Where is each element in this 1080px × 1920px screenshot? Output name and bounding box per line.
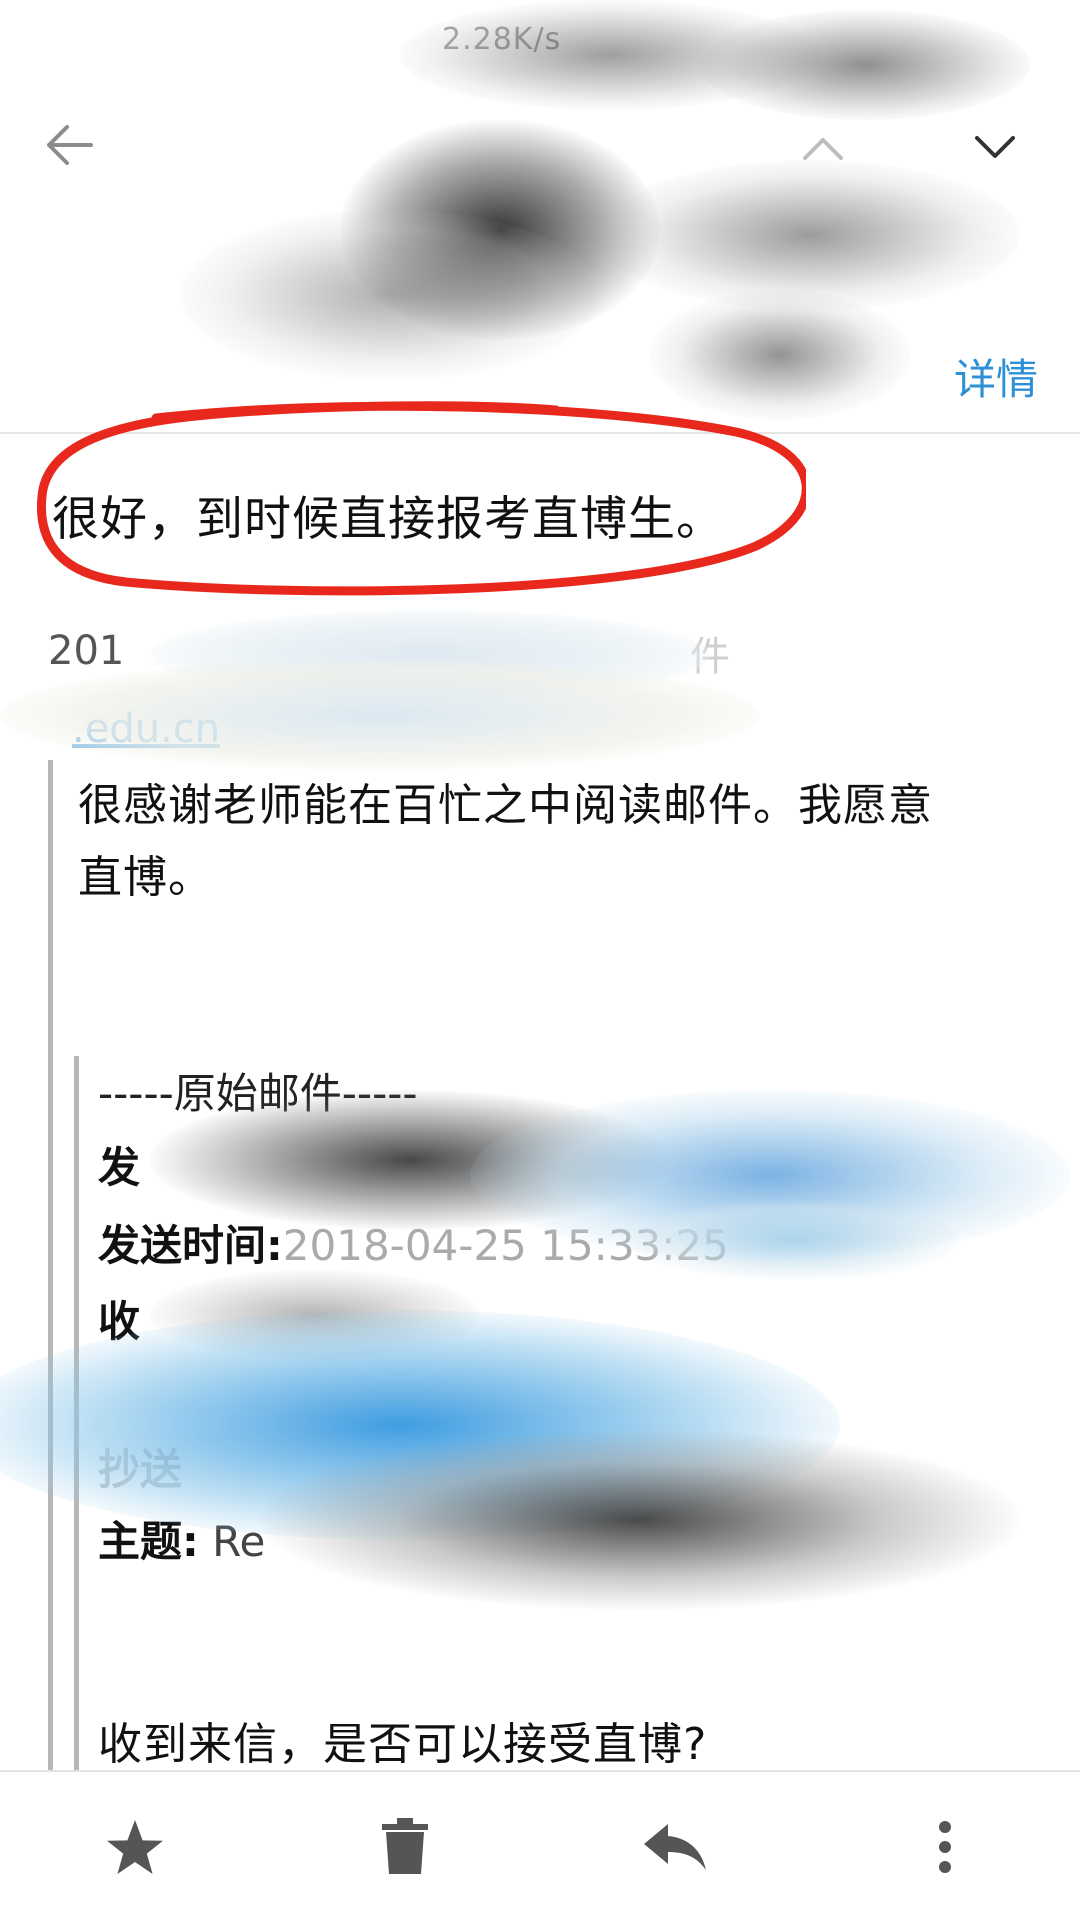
subject-label: 主题: — [98, 1517, 199, 1566]
star-icon — [107, 1820, 163, 1874]
original-to-row: 收 — [98, 1288, 140, 1349]
chevron-up-icon — [803, 138, 843, 160]
original-subject-row: 主题: Re — [98, 1508, 265, 1569]
original-mail-bar — [74, 1056, 79, 1770]
quote-header-tail: 件 — [690, 634, 730, 680]
more-vert-icon — [939, 1821, 951, 1873]
previous-mail-button[interactable] — [790, 118, 856, 178]
network-speed: 2.28K/s — [442, 22, 562, 57]
redaction-smear — [180, 210, 600, 380]
chevron-down-icon — [975, 136, 1015, 158]
header-divider — [0, 432, 1080, 434]
delete-button[interactable] — [355, 1797, 455, 1897]
redaction-smear — [340, 120, 660, 340]
more-options-button[interactable] — [895, 1797, 995, 1897]
reply-message-text: 很好，到时候直接报考直博生。 — [52, 492, 724, 547]
original-sent-row: 发送时间:2018-04-25 15:33:25 — [98, 1212, 729, 1273]
back-button[interactable] — [36, 112, 102, 178]
sent-value: 2018-04-25 15:33:25 — [282, 1221, 729, 1270]
redaction-smear — [650, 290, 910, 420]
redaction-smear — [260, 1430, 1020, 1610]
quoted-line: 很感谢老师能在百忙之中阅读邮件。我愿意 — [78, 780, 933, 831]
subject-value: Re — [212, 1517, 266, 1566]
reply-button[interactable] — [625, 1797, 725, 1897]
redaction-smear — [600, 160, 1020, 310]
email-detail-screen: 2.28K/s 详情 很好，到时候直接报考直博生。 201 件 .edu.cn … — [0, 0, 1080, 1920]
details-link[interactable]: 详情 — [954, 346, 1038, 407]
cc-label: 抄送 — [98, 1445, 183, 1494]
from-label: 发 — [98, 1143, 141, 1192]
original-question-text: 收到来信，是否可以接受直博? — [98, 1719, 708, 1770]
quote-sender-email[interactable]: .edu.cn — [72, 706, 220, 752]
quoted-line: 直博。 — [78, 852, 213, 903]
next-mail-button[interactable] — [962, 118, 1028, 178]
original-mail-separator: -----原始邮件----- — [98, 1069, 418, 1118]
arrow-left-icon — [47, 125, 93, 165]
quoted-message: 很感谢老师能在百忙之中阅读邮件。我愿意 直博。 — [78, 770, 1018, 914]
original-from-row: 发 — [98, 1134, 140, 1195]
bottom-action-bar — [0, 1770, 1080, 1920]
quote-date: 201 — [48, 628, 125, 674]
sent-label: 发送时间: — [98, 1221, 283, 1270]
to-label: 收 — [98, 1297, 141, 1346]
reply-icon — [644, 1824, 706, 1870]
quote-bar — [48, 760, 53, 1770]
redaction-smear — [150, 1270, 480, 1360]
redaction-smear — [700, 10, 1030, 120]
original-cc-row: 抄送 — [98, 1436, 182, 1497]
trash-icon — [382, 1818, 428, 1874]
star-button[interactable] — [85, 1797, 185, 1897]
redaction-smear — [150, 610, 710, 700]
